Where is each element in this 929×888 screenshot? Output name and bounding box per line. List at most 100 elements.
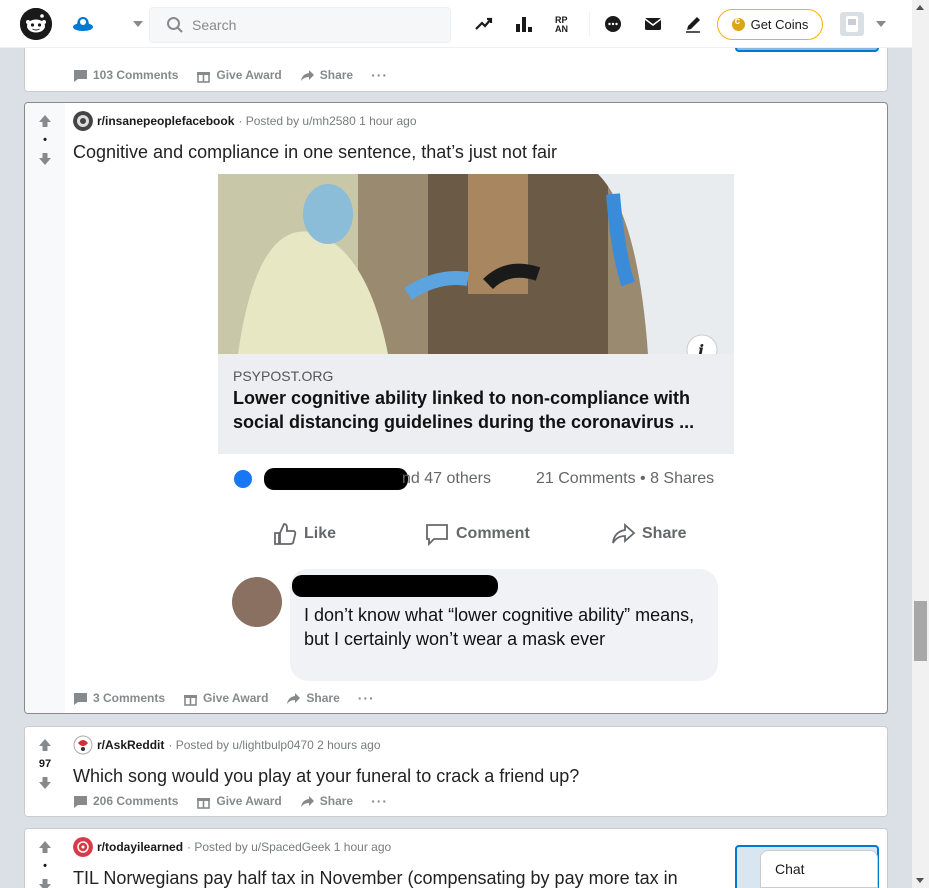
- upvote-icon[interactable]: [37, 113, 53, 129]
- post-card[interactable]: • r/todayilearned · Posted by u/SpacedGe…: [24, 828, 888, 888]
- link-headline: Lower cognitive ability linked to non-co…: [233, 388, 695, 432]
- chevron-down-icon[interactable]: [133, 21, 143, 27]
- link-preview: PSYPOST.ORG Lower cognitive ability link…: [218, 354, 734, 454]
- post-card[interactable]: • r/insanepeoplefacebook · Posted by u/m…: [24, 102, 888, 714]
- comment-bubble: I don’t know what “lower cognitive abili…: [290, 569, 718, 681]
- gift-icon: [197, 797, 211, 809]
- get-coins-label: Get Coins: [750, 17, 809, 32]
- speech-bubble-icon: [426, 524, 448, 547]
- comment-text: I don’t know what “lower cognitive abili…: [304, 605, 695, 649]
- chat-button[interactable]: Chat: [760, 850, 878, 888]
- give-award-button[interactable]: Give Award: [183, 691, 268, 706]
- comment-icon: [74, 692, 87, 705]
- post-title[interactable]: Cognitive and compliance in one sentence…: [73, 141, 879, 163]
- posted-by[interactable]: · Posted by u/mh2580 1 hour ago: [238, 114, 416, 128]
- post-image[interactable]: i PSYPOST.ORG Lower cognitive ability li…: [218, 174, 734, 685]
- give-award-button[interactable]: Give Award: [196, 794, 282, 809]
- forward-arrow-icon: [612, 522, 636, 544]
- subreddit-icon[interactable]: [73, 111, 93, 131]
- posted-by[interactable]: · Posted by u/SpacedGeek 1 hour ago: [187, 840, 391, 854]
- vote-score: •: [43, 860, 47, 872]
- share-button[interactable]: Share: [300, 68, 353, 83]
- post-actions: 3 Comments Give Award Share ···: [73, 686, 393, 710]
- posted-by[interactable]: · Posted by u/lightbulp0470 2 hours ago: [168, 738, 380, 752]
- subreddit-link[interactable]: r/insanepeoplefacebook: [97, 114, 234, 128]
- more-options-button[interactable]: ···: [371, 793, 388, 809]
- post-content: r/AskReddit · Posted by u/lightbulp0470 …: [73, 735, 879, 787]
- scroll-down-arrow-icon[interactable]: [916, 878, 924, 883]
- upvote-icon[interactable]: [37, 737, 53, 753]
- search-bar[interactable]: [149, 7, 451, 43]
- svg-text:AN: AN: [555, 24, 568, 34]
- more-options-button[interactable]: ···: [358, 690, 375, 706]
- post-content: r/insanepeoplefacebook · Posted by u/mh2…: [73, 111, 879, 163]
- create-post-icon[interactable]: [683, 14, 703, 34]
- scrollbar-thumb[interactable]: [914, 601, 927, 661]
- post-card[interactable]: 97 r/AskReddit · Posted by u/lightbulp04…: [24, 726, 888, 817]
- commenter-avatar: [232, 577, 282, 627]
- redacted-commenter: [292, 575, 498, 597]
- link-domain: PSYPOST.ORG: [233, 368, 334, 384]
- post-title[interactable]: Which song would you play at your funera…: [73, 765, 879, 787]
- rpan-icon[interactable]: RP AN: [554, 14, 574, 34]
- comments-button[interactable]: 3 Comments: [73, 691, 165, 706]
- subreddit-icon[interactable]: [73, 837, 93, 857]
- upvote-icon[interactable]: [37, 839, 53, 855]
- reddit-logo-icon[interactable]: [20, 8, 52, 40]
- downvote-icon[interactable]: [37, 151, 53, 167]
- thumbs-up-icon: [274, 523, 297, 545]
- search-input[interactable]: [192, 17, 432, 33]
- reaction-others: nd 47 others: [402, 470, 491, 487]
- gift-icon: [184, 694, 198, 706]
- share-button[interactable]: Share: [300, 794, 353, 809]
- subreddit-icon[interactable]: [73, 735, 93, 755]
- like-reaction-icon: [234, 470, 252, 488]
- reaction-stats: nd 47 others 21 Comments • 8 Shares: [218, 464, 734, 494]
- comments-button[interactable]: 103 Comments: [73, 68, 178, 83]
- post-meta: r/insanepeoplefacebook · Posted by u/mh2…: [73, 111, 879, 131]
- share-icon: [300, 69, 314, 81]
- downvote-icon[interactable]: [37, 877, 53, 888]
- vote-column: •: [25, 103, 65, 713]
- fb-comment: Comment: [424, 521, 530, 547]
- top-bar: RP AN Get Coins: [0, 0, 912, 48]
- comment-icon: [74, 795, 87, 808]
- trending-icon[interactable]: [474, 14, 494, 34]
- header-divider: [589, 12, 590, 36]
- vote-column: 97: [25, 727, 65, 816]
- scroll-up-arrow-icon[interactable]: [916, 5, 924, 10]
- subreddit-link[interactable]: r/AskReddit: [97, 738, 164, 752]
- avatar[interactable]: [840, 12, 864, 36]
- share-icon: [300, 795, 314, 807]
- redacted-name: [264, 468, 408, 490]
- subreddit-link[interactable]: r/todayilearned: [97, 840, 183, 854]
- home-feed-icon[interactable]: [72, 14, 94, 34]
- chat-icon[interactable]: [603, 14, 623, 34]
- post-actions: 103 Comments Give Award Share ···: [73, 63, 406, 87]
- fb-comment-block: I don’t know what “lower cognitive abili…: [232, 569, 722, 681]
- leaderboard-icon[interactable]: [514, 14, 534, 34]
- gift-icon: [197, 71, 211, 83]
- search-icon: [167, 17, 183, 33]
- fb-like: Like: [272, 521, 336, 547]
- scrollbar[interactable]: [912, 0, 929, 888]
- post-actions: 206 Comments Give Award Share ···: [73, 789, 406, 813]
- give-award-button[interactable]: Give Award: [196, 68, 282, 83]
- mail-icon[interactable]: [643, 14, 663, 34]
- share-button[interactable]: Share: [286, 691, 340, 706]
- fb-share: Share: [610, 521, 686, 547]
- vote-score: 97: [38, 758, 52, 770]
- vote-column: •: [25, 829, 65, 888]
- vote-score: •: [43, 134, 47, 146]
- get-coins-button[interactable]: Get Coins: [717, 9, 823, 40]
- coin-icon: [731, 16, 745, 31]
- comments-button[interactable]: 206 Comments: [73, 794, 178, 809]
- svg-text:i: i: [698, 341, 704, 354]
- downvote-icon[interactable]: [37, 775, 53, 791]
- comment-share-counts: 21 Comments • 8 Shares: [536, 470, 715, 487]
- post-meta: r/AskReddit · Posted by u/lightbulp0470 …: [73, 735, 879, 755]
- fb-action-buttons: Like Comment Share: [218, 519, 734, 549]
- share-icon: [287, 692, 301, 704]
- user-menu-chevron-icon[interactable]: [876, 21, 886, 27]
- more-options-button[interactable]: ···: [371, 67, 388, 83]
